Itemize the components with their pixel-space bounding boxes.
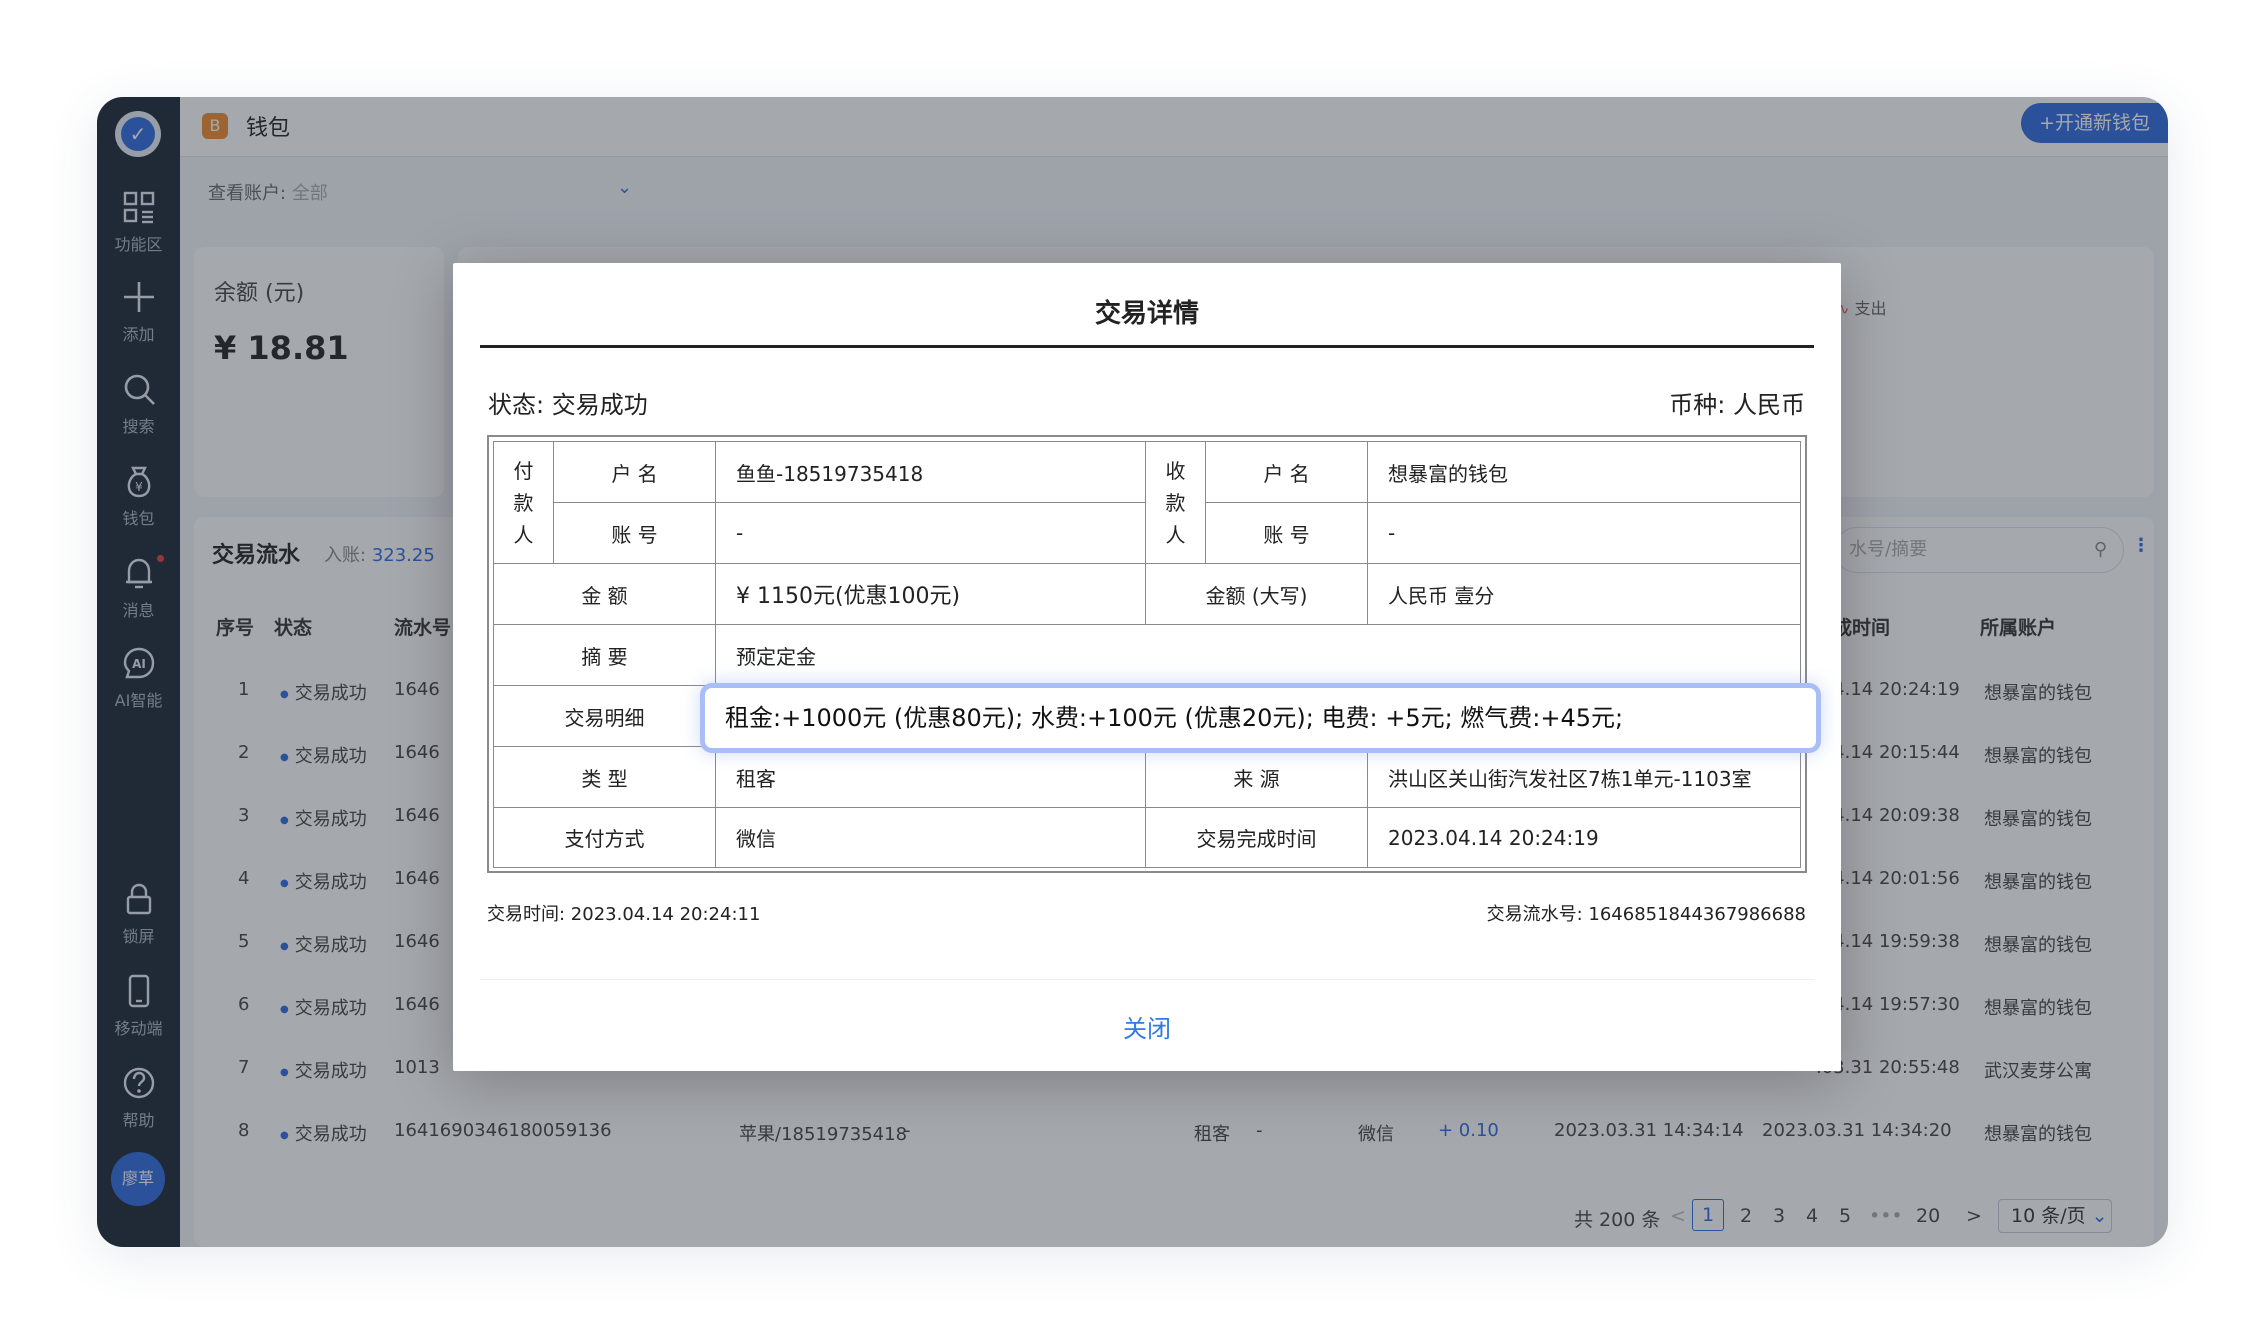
payer-name-value: 鱼鱼-18519735418 [715,441,1146,503]
footer-divider [480,979,1814,980]
status-text: 状态: 交易成功 [488,391,648,419]
type-value: 租客 [715,746,1146,808]
amount-upper-label: 金额 (大写) [1145,563,1368,625]
detail-table: 付款人 户 名 鱼鱼-18519735418 收款人 户 名 想暴富的钱包 账 … [493,441,1801,868]
detail-table-frame: 付款人 户 名 鱼鱼-18519735418 收款人 户 名 想暴富的钱包 账 … [487,435,1807,873]
payer-account-value: - [715,502,1146,564]
payee-name-label: 户 名 [1205,441,1368,503]
currency-text: 币种: 人民币 [1669,391,1805,419]
source-label: 来 源 [1145,746,1368,808]
pay-method-label: 支付方式 [493,807,716,868]
payee-group-label: 收款人 [1145,441,1206,564]
summary-label: 摘 要 [493,624,716,686]
payee-name-value: 想暴富的钱包 [1367,441,1801,503]
complete-time-label: 交易完成时间 [1145,807,1368,868]
payee-account-label: 账 号 [1205,502,1368,564]
payee-account-value: - [1367,502,1801,564]
pay-method-value: 微信 [715,807,1146,868]
complete-time-value: 2023.04.14 20:24:19 [1367,807,1801,868]
payer-name-label: 户 名 [553,441,716,503]
serial-number: 交易流水号: 1646851844367986688 [1486,904,1806,925]
payer-group-label: 付款人 [493,441,554,564]
source-value: 洪山区关山街汽发社区7栋1单元-1103室 [1367,746,1801,808]
close-button[interactable]: 关闭 [453,1009,1841,1044]
modal-title: 交易详情 [1094,299,1199,329]
summary-value: 预定定金 [715,624,1801,686]
amount-value: ¥ 1150元(优惠100元) [715,563,1146,625]
details-label: 交易明细 [493,685,716,747]
trade-time: 交易时间: 2023.04.14 20:24:11 [487,904,761,925]
title-divider [480,345,1814,348]
transaction-details-highlight: 租金:+1000元 (优惠80元); 水费:+100元 (优惠20元); 电费:… [700,683,1821,753]
amount-label: 金 额 [493,563,716,625]
transaction-detail-modal: 交易详情 状态: 交易成功 币种: 人民币 付款人 户 名 鱼鱼-1851973… [453,263,1841,1071]
type-label: 类 型 [493,746,716,808]
amount-upper-value: 人民币 壹分 [1367,563,1801,625]
payer-account-label: 账 号 [553,502,716,564]
